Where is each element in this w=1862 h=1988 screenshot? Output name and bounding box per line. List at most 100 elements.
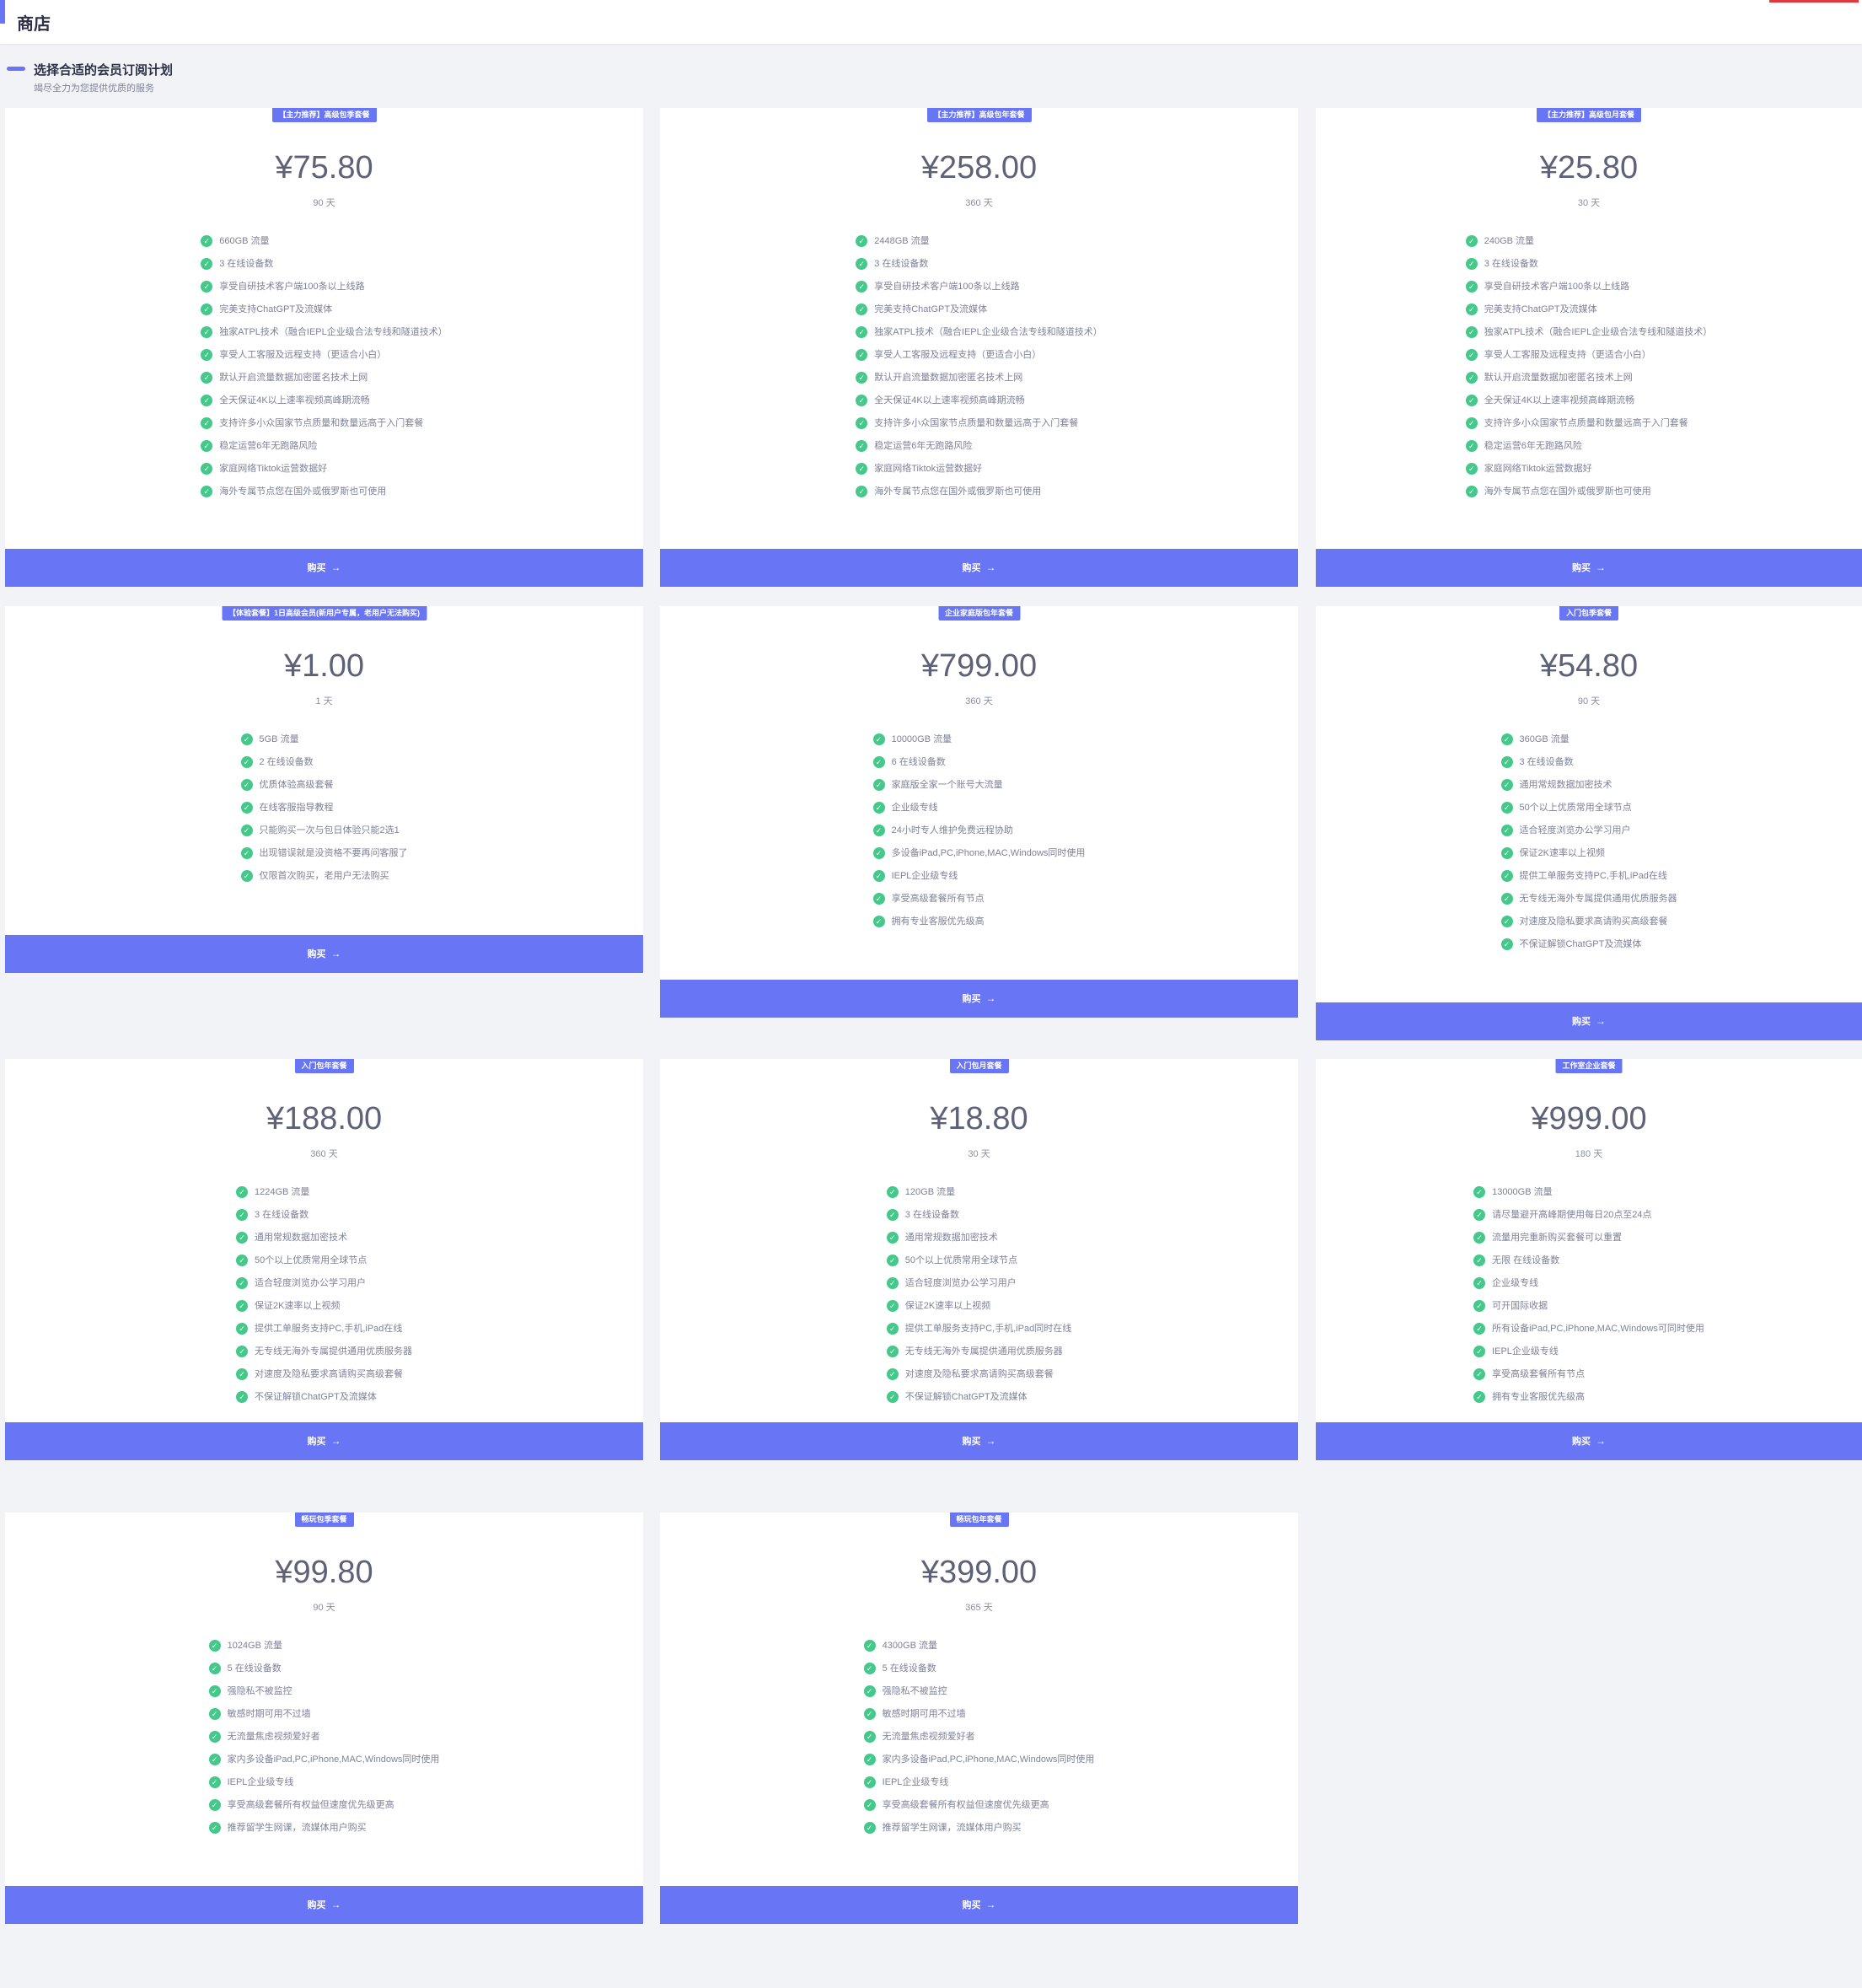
- check-circle-icon: ✓: [208, 1640, 221, 1652]
- feature-item: ✓ 强隐私不被监控: [863, 1685, 1095, 1708]
- feature-text: 2448GB 流量: [874, 236, 930, 246]
- check-circle-icon: ✓: [872, 870, 885, 882]
- feature-item: ✓ 660GB 流量: [201, 235, 448, 258]
- feature-item: ✓ 企业级专线: [1473, 1277, 1704, 1300]
- feature-item: ✓ IEPL企业级专线: [872, 870, 1086, 893]
- check-circle-icon: ✓: [886, 1323, 899, 1335]
- feature-text: 4300GB 流量: [882, 1641, 937, 1651]
- check-circle-icon: ✓: [872, 733, 885, 745]
- plan-period: 180 天: [1575, 1149, 1603, 1159]
- plan-badge: 入门包年套餐: [294, 1059, 354, 1073]
- plan-badge: 畅玩包季套餐: [294, 1512, 354, 1527]
- check-circle-icon: ✓: [236, 1186, 248, 1198]
- buy-button[interactable]: 购买 →: [1316, 1422, 1862, 1460]
- check-circle-icon: ✓: [201, 372, 213, 384]
- feature-item: ✓ 50个以上优质常用全球节点: [886, 1255, 1071, 1277]
- buy-button[interactable]: 购买 →: [660, 1886, 1298, 1924]
- buy-button[interactable]: 购买 →: [660, 1422, 1298, 1460]
- feature-text: 2 在线设备数: [259, 757, 314, 767]
- feature-text: 流量用完重新购买套餐可以重置: [1492, 1233, 1623, 1243]
- feature-text: 企业级专线: [891, 803, 938, 813]
- plan-badge: 入门包月套餐: [949, 1059, 1009, 1073]
- feature-text: 独家ATPL技术（融合IEPL企业级合法专线和隧道技术）: [874, 327, 1103, 337]
- plan-price: ¥18.80: [930, 1101, 1028, 1136]
- feature-item: ✓ 享受人工客服及远程支持（更适合小白）: [856, 349, 1103, 372]
- feature-item: ✓ 通用常规数据加密技术: [886, 1232, 1071, 1255]
- feature-text: 享受人工客服及远程支持（更适合小白）: [1484, 350, 1651, 360]
- plan-period: 365 天: [965, 1603, 993, 1613]
- feature-text: 全天保证4K以上速率视频高峰期流畅: [1484, 395, 1635, 406]
- plan-card: 企业家庭版包年套餐 ¥799.00 360 天 ✓ 10000GB 流量 ✓ 6 在线设备数…: [660, 606, 1298, 1018]
- check-circle-icon: ✓: [856, 395, 868, 406]
- feature-item: ✓ 推荐留学生网课，流媒体用户购买: [208, 1822, 440, 1845]
- feature-item: ✓ 家庭网络Tiktok运营数据好: [856, 463, 1103, 486]
- check-circle-icon: ✓: [856, 326, 868, 338]
- feature-text: 拥有专业客服优先级高: [1492, 1392, 1586, 1402]
- check-circle-icon: ✓: [1500, 825, 1513, 836]
- buy-button[interactable]: 购买 →: [660, 980, 1298, 1018]
- feature-item: ✓ 10000GB 流量: [872, 733, 1086, 756]
- feature-item: ✓ 对速度及隐私要求高请购买高级套餐: [236, 1368, 412, 1391]
- feature-item: ✓ 享受自研技术客户端100条以上线路: [1465, 281, 1713, 304]
- feature-item: ✓ 5 在线设备数: [863, 1663, 1095, 1685]
- check-circle-icon: ✓: [1473, 1346, 1486, 1357]
- check-circle-icon: ✓: [1500, 802, 1513, 814]
- check-circle-icon: ✓: [1473, 1391, 1486, 1403]
- buy-button[interactable]: 购买 →: [1316, 549, 1862, 587]
- feature-text: 享受高级套餐所有节点: [891, 894, 985, 904]
- check-circle-icon: ✓: [886, 1255, 899, 1266]
- feature-list: ✓ 120GB 流量 ✓ 3 在线设备数 ✓ 通用常规数据加密技术 ✓ 50个以上优质常用全球…: [660, 1186, 1298, 1414]
- check-circle-icon: ✓: [201, 304, 213, 315]
- buy-button[interactable]: 购买 →: [5, 1422, 643, 1460]
- feature-item: ✓ 稳定运营6年无跑路风险: [856, 440, 1103, 463]
- check-circle-icon: ✓: [208, 1708, 221, 1720]
- feature-text: 13000GB 流量: [1492, 1187, 1553, 1197]
- feature-item: ✓ 家庭网络Tiktok运营数据好: [201, 463, 448, 486]
- check-circle-icon: ✓: [872, 779, 885, 791]
- feature-text: 推荐留学生网课，流媒体用户购买: [882, 1823, 1022, 1833]
- feature-item: ✓ 拥有专业客服优先级高: [872, 916, 1086, 938]
- check-circle-icon: ✓: [240, 847, 253, 859]
- feature-item: ✓ 不保证解锁ChatGPT及流媒体: [886, 1391, 1071, 1414]
- check-circle-icon: ✓: [1500, 870, 1513, 882]
- feature-item: ✓ 全天保证4K以上速率视频高峰期流畅: [1465, 395, 1713, 417]
- check-circle-icon: ✓: [872, 893, 885, 905]
- buy-button-label: 购买: [307, 949, 326, 959]
- check-circle-icon: ✓: [863, 1799, 876, 1811]
- check-circle-icon: ✓: [863, 1663, 876, 1674]
- plan-period: 360 天: [310, 1149, 338, 1159]
- buy-button[interactable]: 购买 →: [5, 1886, 643, 1924]
- buy-button[interactable]: 购买 →: [1316, 1002, 1862, 1040]
- arrow-right-icon: →: [985, 1899, 996, 1910]
- check-circle-icon: ✓: [236, 1255, 248, 1266]
- feature-text: 默认开启流量数据加密匿名技术上网: [219, 373, 368, 383]
- feature-item: ✓ 2448GB 流量: [856, 235, 1103, 258]
- feature-text: 独家ATPL技术（融合IEPL企业级合法专线和隧道技术）: [219, 327, 448, 337]
- check-circle-icon: ✓: [236, 1323, 248, 1335]
- feature-item: ✓ 流量用完重新购买套餐可以重置: [1473, 1232, 1704, 1255]
- feature-text: 海外专属节点您在国外或俄罗斯也可使用: [219, 486, 387, 497]
- feature-item: ✓ 保证2K速率以上视频: [886, 1300, 1071, 1323]
- check-circle-icon: ✓: [201, 281, 213, 293]
- feature-text: 请尽量避开高峰期使用每日20点至24点: [1492, 1210, 1652, 1220]
- buy-button[interactable]: 购买 →: [660, 549, 1298, 587]
- feature-text: 家庭网络Tiktok运营数据好: [1484, 464, 1592, 474]
- feature-item: ✓ 50个以上优质常用全球节点: [236, 1255, 412, 1277]
- feature-item: ✓ 海外专属节点您在国外或俄罗斯也可使用: [856, 486, 1103, 508]
- check-circle-icon: ✓: [201, 258, 213, 270]
- check-circle-icon: ✓: [863, 1731, 876, 1743]
- feature-item: ✓ 通用常规数据加密技术: [1500, 779, 1677, 802]
- feature-text: 支持许多小众国家节点质量和数量远高于入门套餐: [874, 418, 1079, 428]
- buy-button[interactable]: 购买 →: [5, 935, 643, 973]
- feature-text: 家内多设备iPad,PC,iPhone,MAC,Windows同时使用: [227, 1754, 440, 1765]
- feature-item: ✓ IEPL企业级专线: [1473, 1346, 1704, 1368]
- feature-list: ✓ 5GB 流量 ✓ 2 在线设备数 ✓ 优质体验高级套餐 ✓ 在线客服指导教程 ✓ 只能购买一次…: [5, 733, 643, 893]
- arrow-right-icon: →: [1596, 1015, 1606, 1027]
- buy-button[interactable]: 购买 →: [5, 549, 643, 587]
- feature-item: ✓ 6 在线设备数: [872, 756, 1086, 779]
- section-subtitle: 竭尽全力为您提供优质的服务: [34, 83, 154, 94]
- arrow-right-icon: →: [985, 1435, 996, 1447]
- feature-text: 5 在线设备数: [227, 1663, 282, 1674]
- feature-text: 360GB 流量: [1519, 734, 1570, 744]
- feature-item: ✓ 默认开启流量数据加密匿名技术上网: [1465, 372, 1713, 395]
